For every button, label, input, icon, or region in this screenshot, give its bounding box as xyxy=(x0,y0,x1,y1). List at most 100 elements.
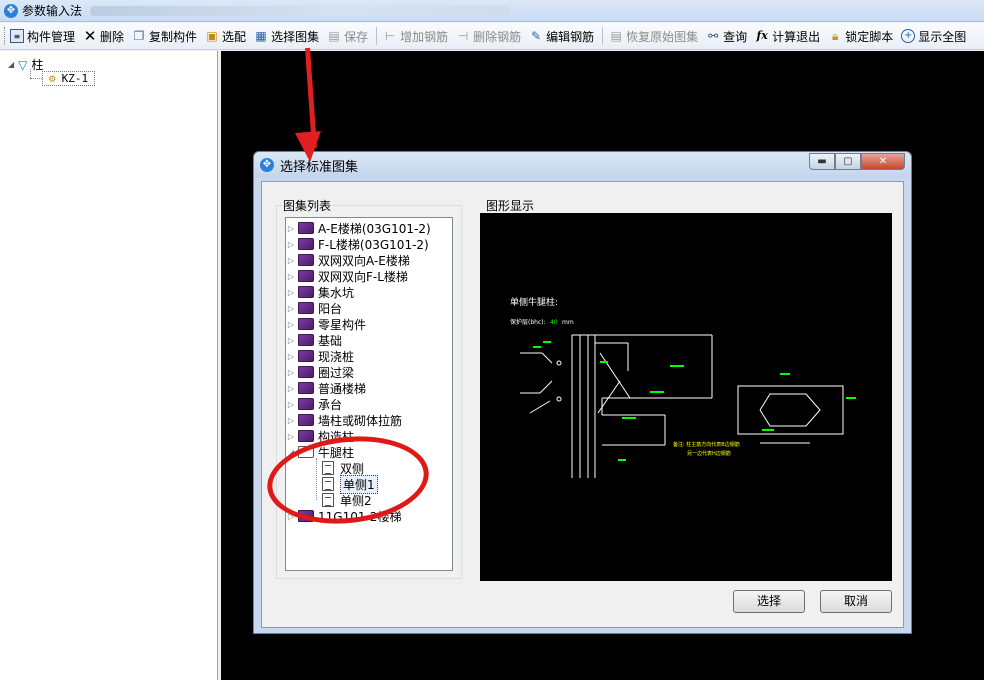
edit-rebar-button[interactable]: ✎ 编辑钢筋 xyxy=(529,28,594,45)
preview-heading: 单侧牛腿柱: xyxy=(510,296,558,308)
atlas-item[interactable]: ▷ F-L楼梯(03G101-2) xyxy=(286,236,429,252)
select-config-icon: ▣ xyxy=(206,29,218,43)
atlas-item[interactable]: ▷ A-E楼梯(03G101-2) xyxy=(286,220,431,236)
tree-node-box[interactable]: ⚙ KZ-1 xyxy=(42,71,96,86)
select-config-button[interactable]: ▣ 选配 xyxy=(205,28,246,45)
book-icon xyxy=(298,286,314,298)
atlas-item[interactable]: ▷ 普通楼梯 xyxy=(286,380,366,396)
tree-node-column[interactable]: ◢ ▽ 柱 xyxy=(8,56,43,73)
minimize-button[interactable]: ▬ xyxy=(809,153,835,170)
expand-arrow-icon[interactable]: ▷ xyxy=(286,416,296,425)
lock-script-button[interactable]: 🔒︎ 锁定脚本 xyxy=(828,28,893,45)
expand-arrow-icon[interactable]: ▷ xyxy=(286,304,296,313)
atlas-item[interactable]: ▷ 零星构件 xyxy=(286,316,366,332)
tree-node-kz-1[interactable]: ⚙ KZ-1 xyxy=(42,71,96,86)
expand-arrow-icon[interactable]: ▷ xyxy=(286,368,296,377)
calc-exit-button[interactable]: fx 计算退出 xyxy=(755,28,821,45)
expand-arrow-icon[interactable]: ▷ xyxy=(286,272,296,281)
fx-icon: fx xyxy=(756,29,768,42)
atlas-item[interactable]: ▷ 承台 xyxy=(286,396,342,412)
expand-arrow-icon[interactable]: ▷ xyxy=(286,432,296,441)
atlas-item-label: 墙柱或砌体拉筋 xyxy=(318,413,403,428)
zoom-fit-button[interactable]: + 显示全图 xyxy=(901,28,966,45)
toolbar-grip[interactable] xyxy=(4,27,7,45)
add-rebar-button[interactable]: ⊢ 增加钢筋 xyxy=(383,28,448,45)
atlas-item[interactable]: ▷ 墙柱或砌体拉筋 xyxy=(286,412,402,428)
component-tree-pane: ◢ ▽ 柱 ⚙ KZ-1 xyxy=(0,51,218,680)
atlas-item-label: 双网双向F-L楼梯 xyxy=(318,269,408,284)
annotation-arrow-head xyxy=(294,131,324,163)
atlas-item[interactable]: ▷ 现浇桩 xyxy=(286,348,354,364)
select-atlas-dialog: ✥ 选择标准图集 ▬ ▢ ✕ 图集列表 图形显示 ▷ A-E楼梯(03G101-2… xyxy=(253,151,912,634)
delete-rebar-button[interactable]: ⊣ 删除钢筋 xyxy=(456,28,521,45)
lock-script-label: 锁定脚本 xyxy=(845,29,894,44)
atlas-item[interactable]: ▷ 圈过梁 xyxy=(286,364,354,380)
expand-arrow-icon[interactable]: ▷ xyxy=(286,336,296,345)
toolbar-separator xyxy=(376,27,378,45)
close-button[interactable]: ✕ xyxy=(861,153,905,170)
cancel-button[interactable]: 取消 xyxy=(820,590,892,613)
book-icon xyxy=(298,302,314,314)
preview-cover-label: 保护层(bhc): xyxy=(510,318,546,326)
main-toolbar: ≡ 构件管理 ✕ 删除 ❐ 复制构件 ▣ 选配 ▦ 选择图集 ▤ 保存 ⊢ 增加钢筋 ⊣ 删除钢… xyxy=(0,23,984,50)
expand-arrow-icon[interactable]: ▷ xyxy=(286,256,296,265)
collapse-triangle-icon[interactable]: ◢ xyxy=(8,60,14,69)
expand-arrow-icon[interactable]: ▷ xyxy=(286,240,296,249)
atlas-item[interactable]: ▷ 集水坑 xyxy=(286,284,354,300)
delete-rebar-label: 删除钢筋 xyxy=(473,29,522,44)
book-icon xyxy=(298,270,314,282)
book-icon xyxy=(298,430,314,442)
delete-rebar-icon: ⊣ xyxy=(457,29,469,43)
restore-atlas-icon: ▤ xyxy=(610,29,622,43)
copy-component-button[interactable]: ❐ 复制构件 xyxy=(132,28,197,45)
atlas-item-label: 普通楼梯 xyxy=(318,381,367,396)
zoom-fit-icon: + xyxy=(901,29,916,43)
window-controls: ▬ ▢ ✕ xyxy=(809,153,905,170)
select-config-label: 选配 xyxy=(222,29,247,44)
copy-icon: ❐ xyxy=(133,29,145,43)
atlas-item-label: 承台 xyxy=(318,397,343,412)
title-blurred-path xyxy=(90,5,511,16)
select-atlas-label: 选择图集 xyxy=(271,29,320,44)
component-manage-icon: ≡ xyxy=(10,29,24,43)
save-disk-icon: ▤ xyxy=(328,29,340,43)
preview-note-line2: 另一边代表H边钢筋 xyxy=(687,450,731,457)
toolbar-separator xyxy=(602,27,604,45)
component-manage-button[interactable]: ≡ 构件管理 xyxy=(10,28,75,45)
atlas-item[interactable]: ▷ 阳台 xyxy=(286,300,342,316)
book-icon xyxy=(298,318,314,330)
select-button[interactable]: 选择 xyxy=(733,590,805,613)
window-title: 参数输入法 xyxy=(22,4,83,18)
query-button[interactable]: ⚯ 查询 xyxy=(706,28,747,45)
book-icon xyxy=(298,366,314,378)
expand-arrow-icon[interactable]: ▷ xyxy=(286,224,296,233)
expand-arrow-icon[interactable]: ▷ xyxy=(286,320,296,329)
tree-connector xyxy=(30,69,31,78)
save-label: 保存 xyxy=(344,29,369,44)
expand-arrow-icon[interactable]: ▷ xyxy=(286,400,296,409)
tree-child-label: KZ-1 xyxy=(61,72,89,85)
atlas-item-label: 集水坑 xyxy=(318,285,355,300)
book-icon xyxy=(298,222,314,234)
book-icon xyxy=(298,398,314,410)
expand-arrow-icon[interactable]: ▷ xyxy=(286,288,296,297)
copy-component-label: 复制构件 xyxy=(149,29,198,44)
select-atlas-button[interactable]: ▦ 选择图集 xyxy=(254,28,319,45)
preview-group-label: 图形显示 xyxy=(485,197,536,214)
delete-button[interactable]: ✕ 删除 xyxy=(83,28,124,45)
query-label: 查询 xyxy=(723,29,748,44)
delete-x-icon: ✕ xyxy=(83,27,97,45)
shape-preview: 单侧牛腿柱: 保护层(bhc): 40 mm 备注: 柱主筋方向代表B边钢筋 另… xyxy=(480,213,892,581)
atlas-item-label: 现浇桩 xyxy=(318,349,355,364)
atlas-item[interactable]: ▷ 双网双向F-L楼梯 xyxy=(286,268,408,284)
atlas-item-label: 基础 xyxy=(318,333,343,348)
expand-arrow-icon[interactable]: ▷ xyxy=(286,384,296,393)
atlas-item[interactable]: ▷ 基础 xyxy=(286,332,342,348)
zoom-fit-label: 显示全图 xyxy=(918,29,967,44)
maximize-button[interactable]: ▢ xyxy=(835,153,861,170)
restore-atlas-button[interactable]: ▤ 恢复原始图集 xyxy=(609,28,698,45)
save-button[interactable]: ▤ 保存 xyxy=(327,28,368,45)
dialog-titlebar[interactable]: ✥ 选择标准图集 ▬ ▢ ✕ xyxy=(254,152,911,178)
expand-arrow-icon[interactable]: ▷ xyxy=(286,352,296,361)
atlas-item[interactable]: ▷ 双网双向A-E楼梯 xyxy=(286,252,410,268)
